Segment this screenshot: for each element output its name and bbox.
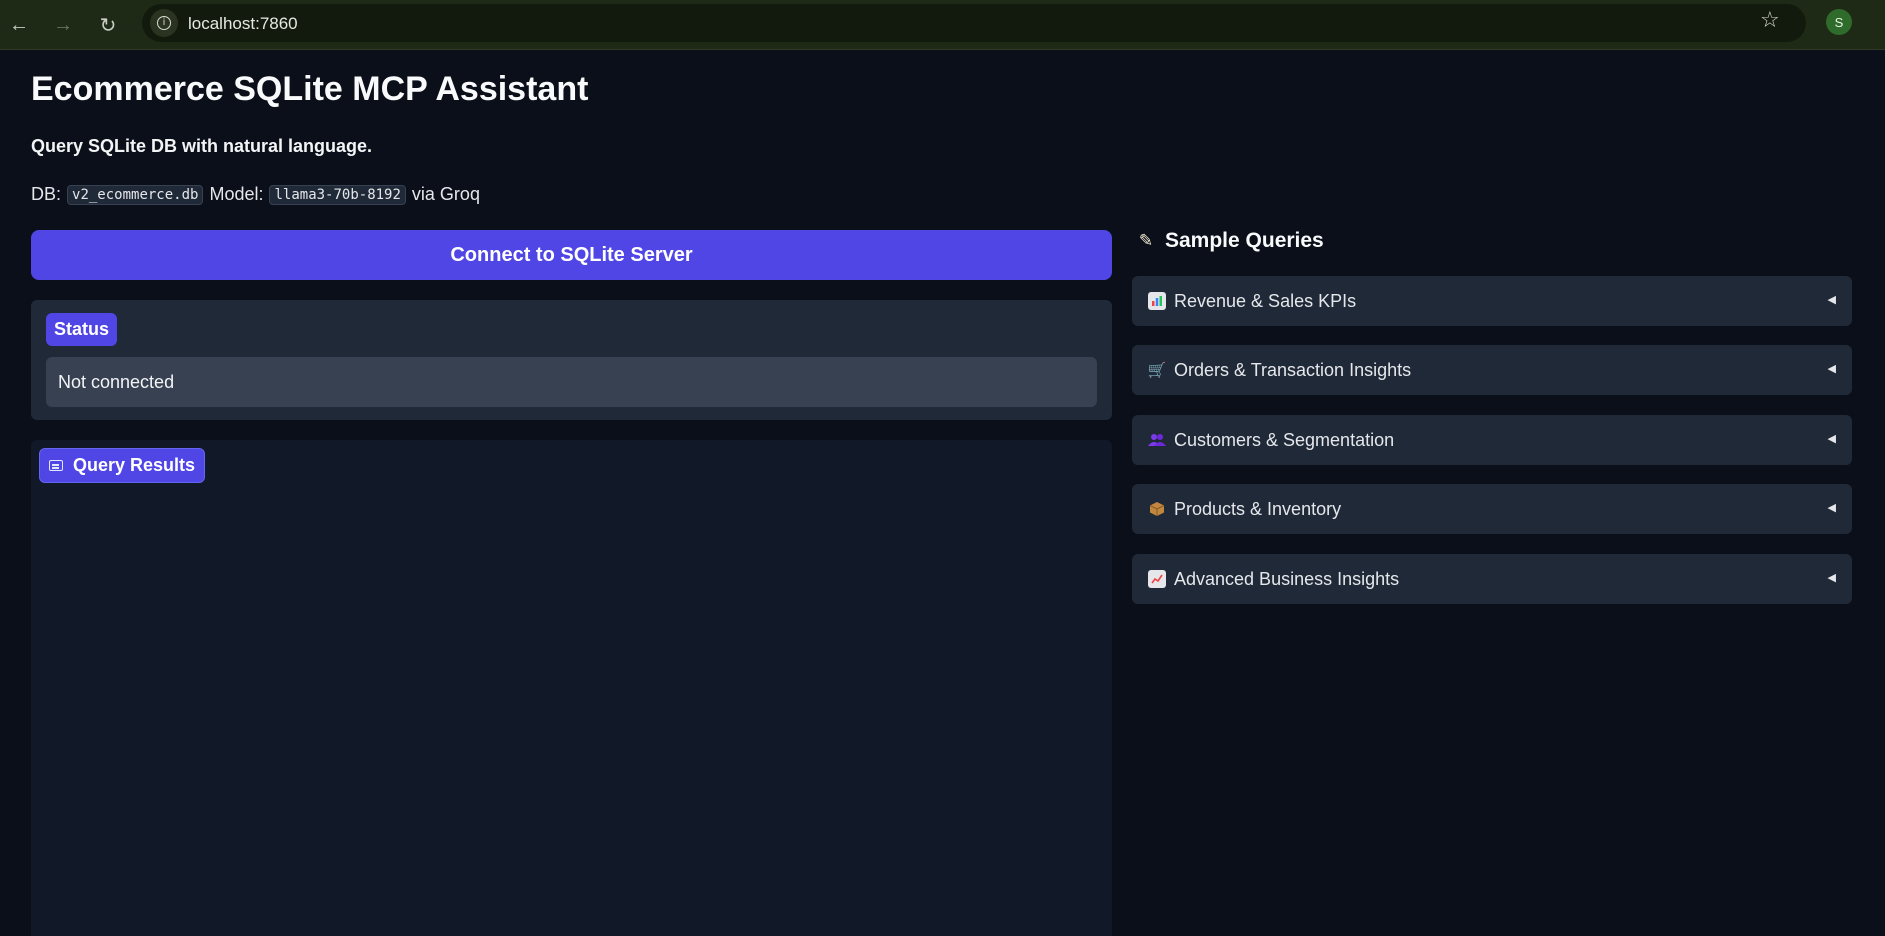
page-title: Ecommerce SQLite MCP Assistant: [31, 70, 589, 108]
package-icon: [1148, 500, 1166, 518]
accordion-orders-transaction-insights[interactable]: 🛒 Orders & Transaction Insights ◀: [1132, 345, 1852, 395]
accordion-label: Products & Inventory: [1174, 498, 1342, 519]
back-button[interactable]: ←: [4, 10, 34, 40]
reload-icon: ↻: [99, 14, 117, 37]
accordion-label: Orders & Transaction Insights: [1174, 359, 1412, 380]
status-field[interactable]: Not connected: [46, 357, 1097, 407]
connect-button[interactable]: Connect to SQLite Server: [31, 230, 1112, 280]
query-results-panel[interactable]: Query Results: [31, 440, 1112, 936]
accordion-label: Customers & Segmentation: [1174, 429, 1395, 450]
url-text[interactable]: localhost:7860: [188, 14, 298, 34]
reload-button[interactable]: ↻: [93, 10, 123, 40]
site-info-button[interactable]: i: [150, 9, 178, 37]
accordion-label: Advanced Business Insights: [1174, 568, 1400, 589]
profile-avatar[interactable]: S: [1826, 9, 1852, 35]
model-name: llama3-70b-8192: [269, 184, 406, 205]
sample-queries-header: ✎ Sample Queries: [1135, 229, 1324, 253]
status-label: Status: [46, 313, 118, 346]
accordion-revenue-sales-kpis[interactable]: Revenue & Sales KPIs ◀: [1132, 276, 1852, 326]
config-info: DB: v2_ecommerce.db Model: llama3-70b-81…: [31, 184, 480, 205]
memo-icon: ✎: [1138, 231, 1154, 251]
people-icon: [1148, 431, 1166, 449]
accordion-advanced-business-insights[interactable]: Advanced Business Insights ◀: [1132, 554, 1852, 604]
info-icon: i: [157, 16, 171, 30]
accordion-customers-segmentation[interactable]: Customers & Segmentation ◀: [1132, 415, 1852, 465]
caret-left-icon: ◀: [1827, 501, 1836, 514]
browser-toolbar: ← → ↻ i localhost:7860 ☆ S: [0, 0, 1885, 50]
chat-icon: [49, 460, 63, 471]
query-results-label-text: Query Results: [73, 455, 196, 475]
bar-chart-icon: [1148, 292, 1166, 310]
status-panel: Status Not connected: [31, 300, 1112, 420]
arrow-left-icon: ←: [9, 13, 29, 36]
trending-up-icon: [1148, 570, 1166, 588]
caret-left-icon: ◀: [1827, 571, 1836, 584]
forward-button[interactable]: →: [48, 10, 78, 40]
star-icon[interactable]: ☆: [1760, 8, 1780, 33]
shopping-cart-icon: 🛒: [1147, 361, 1167, 379]
model-label: Model:: [209, 184, 264, 204]
page-subtitle: Query SQLite DB with natural language.: [31, 136, 373, 156]
query-results-label: Query Results: [39, 448, 206, 483]
accordion-label: Revenue & Sales KPIs: [1174, 290, 1357, 311]
caret-left-icon: ◀: [1827, 432, 1836, 445]
accordion-products-inventory[interactable]: Products & Inventory ◀: [1132, 484, 1852, 534]
provider-text: via Groq: [411, 184, 480, 204]
arrow-right-icon: →: [53, 13, 73, 36]
caret-left-icon: ◀: [1827, 362, 1836, 375]
sample-queries-title: Sample Queries: [1165, 229, 1324, 252]
caret-left-icon: ◀: [1827, 293, 1836, 306]
db-name: v2_ecommerce.db: [67, 184, 204, 205]
db-label: DB:: [31, 184, 62, 204]
address-bar[interactable]: i localhost:7860: [142, 4, 1806, 42]
